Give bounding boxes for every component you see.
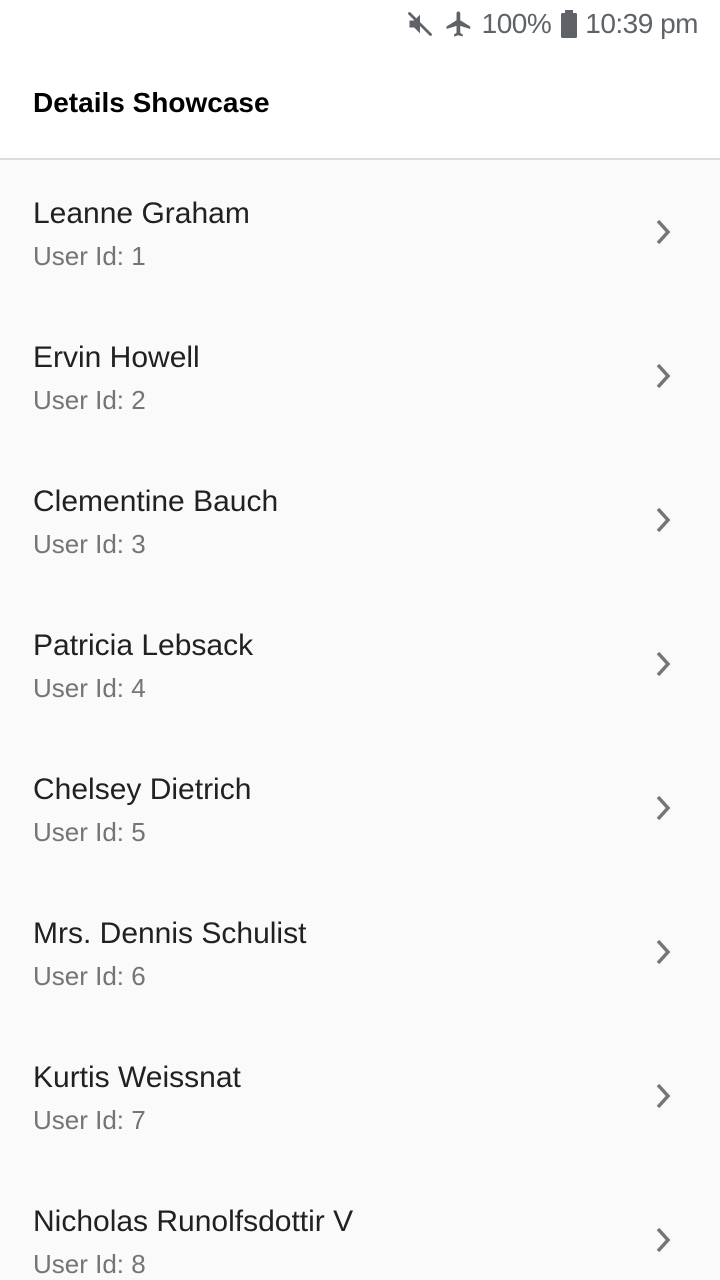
user-id: User Id: 4	[33, 673, 146, 703]
user-id: User Id: 8	[33, 1249, 146, 1279]
battery-percent: 100%	[481, 8, 552, 39]
status-bar: 100% 10:39 pm	[0, 0, 720, 48]
list-item[interactable]: Chelsey Dietrich User Id: 5	[0, 738, 720, 882]
user-name: Mrs. Dennis Schulist	[33, 917, 307, 950]
list-item[interactable]: Ervin Howell User Id: 2	[0, 306, 720, 450]
user-name: Patricia Lebsack	[33, 629, 254, 662]
list-item[interactable]: Leanne Graham User Id: 1	[0, 162, 720, 306]
chevron-right-icon	[652, 936, 676, 968]
chevron-right-icon	[652, 216, 676, 248]
user-name: Leanne Graham	[33, 197, 250, 230]
list-item[interactable]: Kurtis Weissnat User Id: 7	[0, 1026, 720, 1170]
user-id: User Id: 1	[33, 241, 146, 271]
list-item[interactable]: Patricia Lebsack User Id: 4	[0, 594, 720, 738]
user-name: Kurtis Weissnat	[33, 1061, 241, 1094]
user-name: Nicholas Runolfsdottir V	[33, 1205, 354, 1238]
user-id: User Id: 3	[33, 529, 146, 559]
user-name: Ervin Howell	[33, 341, 200, 374]
chevron-right-icon	[652, 1224, 676, 1256]
list-item[interactable]: Nicholas Runolfsdottir V User Id: 8	[0, 1170, 720, 1280]
user-list[interactable]: Leanne Graham User Id: 1 Ervin Howell Us…	[0, 162, 720, 1280]
chevron-right-icon	[652, 1080, 676, 1112]
user-id: User Id: 6	[33, 961, 146, 991]
list-item[interactable]: Clementine Bauch User Id: 3	[0, 450, 720, 594]
battery-icon	[561, 10, 578, 38]
page-title: Details Showcase	[33, 87, 270, 118]
user-name: Clementine Bauch	[33, 485, 279, 518]
airplane-icon	[444, 9, 474, 39]
clock: 10:39 pm	[585, 8, 698, 39]
app-bar: Details Showcase	[0, 48, 720, 160]
user-id: User Id: 2	[33, 385, 146, 415]
chevron-right-icon	[652, 648, 676, 680]
chevron-right-icon	[652, 360, 676, 392]
user-id: User Id: 5	[33, 817, 146, 847]
chevron-right-icon	[652, 792, 676, 824]
chevron-right-icon	[652, 504, 676, 536]
user-id: User Id: 7	[33, 1105, 146, 1135]
mute-icon	[406, 10, 434, 38]
user-name: Chelsey Dietrich	[33, 773, 252, 806]
list-item[interactable]: Mrs. Dennis Schulist User Id: 6	[0, 882, 720, 1026]
